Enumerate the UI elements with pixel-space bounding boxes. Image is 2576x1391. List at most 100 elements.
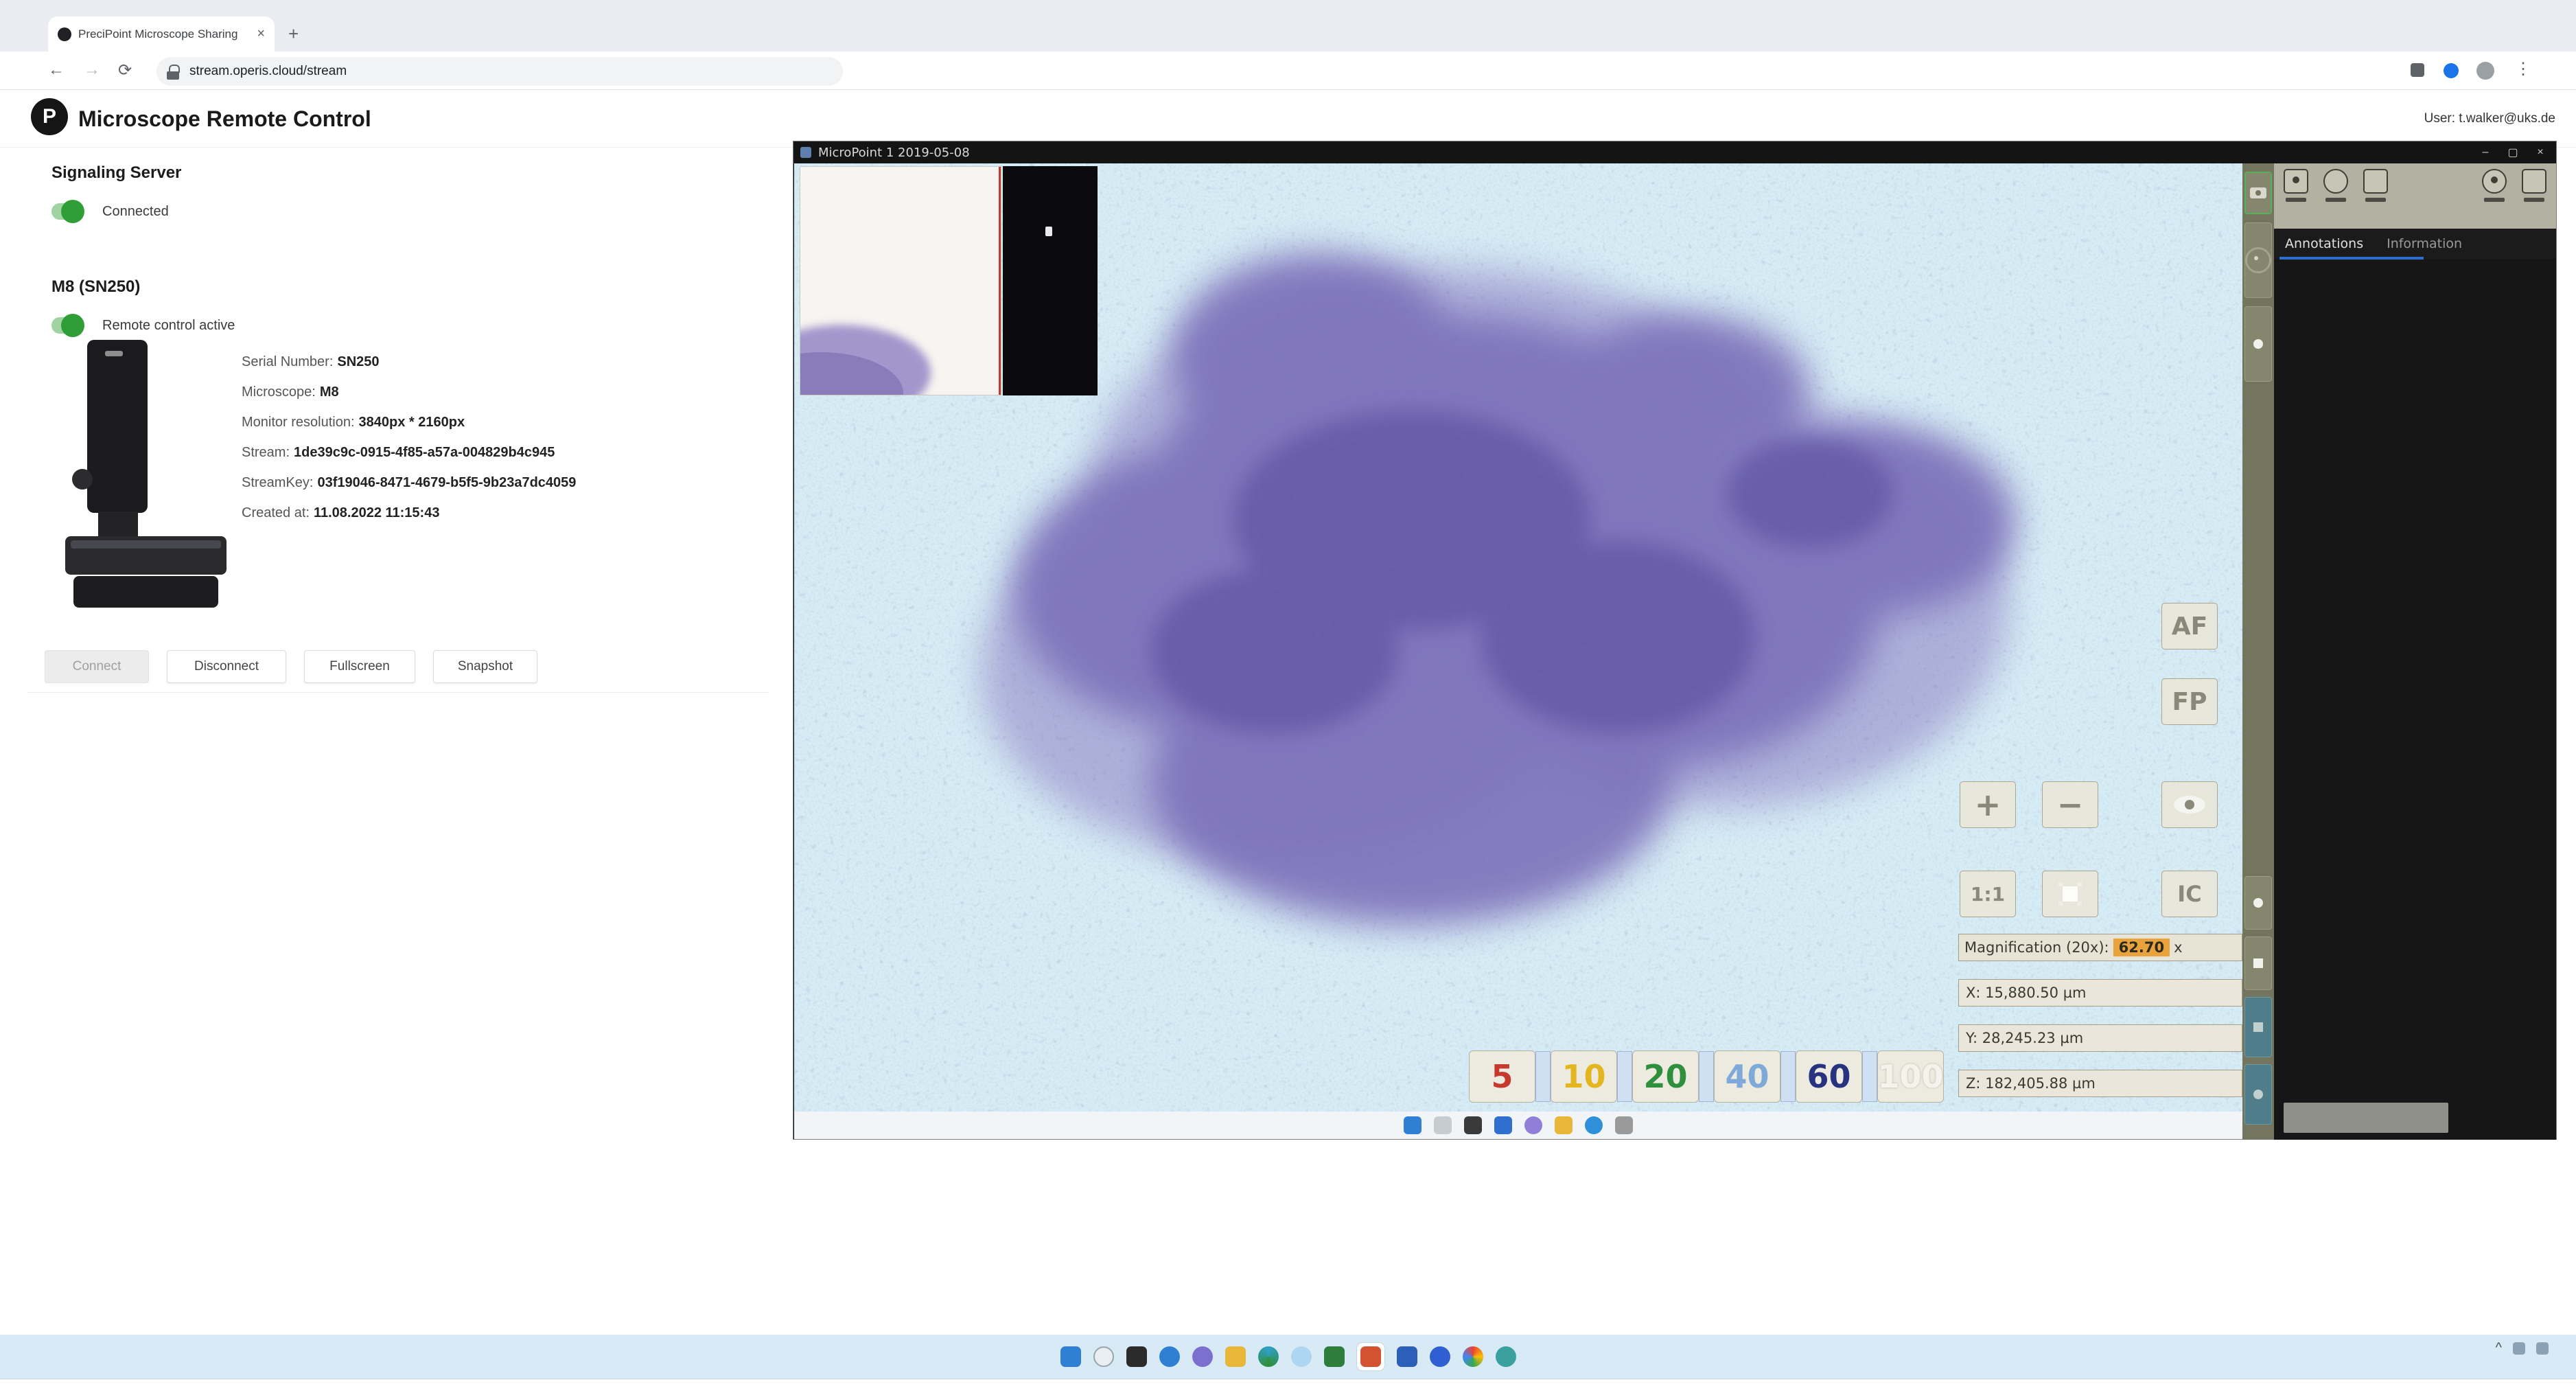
objective-5x-button[interactable]: 5 (1469, 1050, 1535, 1103)
powerpoint-icon (1360, 1346, 1381, 1367)
stage-position-marker (999, 167, 1001, 395)
copilot-icon[interactable] (1291, 1346, 1312, 1367)
connected-label: Connected (102, 204, 169, 220)
objective-20x-button[interactable]: 20 (1632, 1050, 1699, 1103)
kebab-menu-icon[interactable]: ⋮ (2515, 59, 2531, 79)
slide-overview-thumbnail[interactable] (800, 166, 1001, 395)
chrome-icon[interactable] (1463, 1346, 1483, 1367)
edge-icon[interactable] (1258, 1346, 1279, 1367)
magnification-row: Magnification (20x): 62.70 x (1958, 934, 2242, 961)
browser-tab-strip: PreciPoint Microscope Sharing × + (0, 0, 2576, 51)
extension-badge-icon[interactable] (2444, 63, 2459, 78)
panel-tool-marker[interactable] (2281, 169, 2311, 202)
tab-information[interactable]: Information (2387, 236, 2462, 251)
panel-tab-row: Annotations Information (2274, 229, 2556, 259)
remote-app-icon-dark[interactable] (1464, 1116, 1482, 1134)
tab-favicon (58, 27, 71, 41)
brightness-icon (2063, 886, 2078, 901)
remote-user-icon[interactable] (1615, 1116, 1633, 1134)
disconnect-button[interactable]: Disconnect (167, 650, 286, 683)
remote-taskview-icon[interactable] (1494, 1116, 1512, 1134)
tab-annotations[interactable]: Annotations (2285, 236, 2363, 251)
remote-maximize-icon[interactable]: ▢ (2504, 146, 2522, 159)
tool-label (2365, 198, 2386, 202)
remote-control-status-row: Remote control active (51, 317, 235, 334)
objective-10x-button[interactable]: 10 (1551, 1050, 1617, 1103)
app-logo: P (31, 98, 68, 135)
panel-tool-draw[interactable] (2360, 169, 2391, 202)
remote-explorer-icon[interactable] (1555, 1116, 1573, 1134)
panel-scrollbar[interactable] (2284, 1103, 2448, 1133)
objective-100x-button[interactable]: 100 (1877, 1050, 1944, 1103)
connected-toggle[interactable] (51, 203, 83, 220)
snapshot-button[interactable]: Snapshot (433, 650, 537, 683)
brightness-button[interactable] (2042, 871, 2098, 917)
excel-icon[interactable] (1324, 1346, 1345, 1367)
remote-control-toggle[interactable] (51, 317, 83, 334)
tray-chevron-icon[interactable]: ^ (2496, 1340, 2502, 1356)
objective-60x-button[interactable]: 60 (1796, 1050, 1862, 1103)
browser-tab[interactable]: PreciPoint Microscope Sharing × (48, 16, 275, 51)
tray-network-icon[interactable] (2513, 1342, 2525, 1355)
store-icon[interactable] (1496, 1346, 1516, 1367)
draw-icon (2363, 169, 2388, 194)
snapshot-tool-button[interactable] (2244, 172, 2272, 214)
user-email: User: t.walker@uks.de (2424, 111, 2555, 126)
microscope-heading: M8 (SN250) (51, 277, 140, 297)
remote-start-icon[interactable] (1404, 1116, 1422, 1134)
panel-tool-export[interactable] (2519, 169, 2549, 202)
detail-resolution: Monitor resolution:3840px * 2160px (242, 415, 576, 445)
new-tab-button[interactable]: + (288, 23, 299, 45)
url-bar[interactable]: stream.operis.cloud/stream (156, 57, 843, 86)
lock-icon (169, 65, 180, 73)
stream-tool-button[interactable] (2244, 997, 2272, 1057)
tab-close-icon[interactable]: × (257, 26, 265, 42)
file-explorer-icon[interactable] (1225, 1346, 1246, 1367)
autofocus-button[interactable]: AF (2161, 603, 2218, 649)
one-to-one-button[interactable]: 1:1 (1960, 871, 2016, 917)
record-tool-button[interactable] (2244, 876, 2272, 930)
share-tool-button[interactable] (2244, 1064, 2272, 1125)
stage-dial-button[interactable] (2244, 222, 2272, 298)
label-camera-thumbnail[interactable] (1003, 166, 1098, 395)
overview-eye-button[interactable] (2161, 781, 2218, 828)
terminal-icon[interactable] (1126, 1346, 1147, 1367)
panel-tool-import[interactable] (2479, 169, 2509, 202)
connect-button[interactable]: Connect (45, 650, 149, 683)
zoom-out-button[interactable]: − (2042, 781, 2098, 828)
extensions-icon[interactable] (2411, 63, 2424, 77)
objective-separator (1862, 1051, 1877, 1102)
profile-avatar[interactable] (2476, 62, 2494, 80)
remote-window-titlebar[interactable]: MicroPoint 1 2019-05-08 – ▢ × (793, 141, 2556, 163)
marker-icon (2284, 169, 2308, 194)
slide-viewer-canvas[interactable]: AF FP + − 1:1 IC Magnification (20x): 62… (794, 163, 2242, 1112)
pointer-dot-icon (2253, 339, 2263, 349)
objective-40x-button[interactable]: 40 (1714, 1050, 1780, 1103)
start-icon[interactable] (1060, 1346, 1081, 1367)
active-app-indicator[interactable] (1357, 1343, 1384, 1370)
ic-button[interactable]: IC (2161, 871, 2218, 917)
zoom-in-button[interactable]: + (1960, 781, 2016, 828)
back-icon[interactable]: ← (48, 60, 65, 80)
remote-close-icon[interactable]: × (2531, 146, 2549, 159)
forward-icon[interactable]: → (84, 60, 100, 80)
stop-tool-button[interactable] (2244, 936, 2272, 990)
remote-minimize-icon[interactable]: – (2476, 146, 2494, 159)
reload-icon[interactable]: ⟳ (118, 60, 132, 80)
panel-tool-circle[interactable] (2321, 169, 2351, 202)
outlook-icon[interactable] (1397, 1346, 1417, 1367)
fullscreen-button[interactable]: Fullscreen (304, 650, 415, 683)
search-icon[interactable] (1093, 1346, 1114, 1367)
widgets-icon[interactable] (1192, 1346, 1213, 1367)
remote-window-title: MicroPoint 1 2019-05-08 (818, 146, 970, 160)
tray-volume-icon[interactable] (2536, 1342, 2549, 1355)
teams-icon[interactable] (1430, 1346, 1450, 1367)
pointer-tool-button[interactable] (2244, 306, 2272, 382)
focus-plane-button[interactable]: FP (2161, 678, 2218, 725)
remote-edge-icon[interactable] (1585, 1116, 1603, 1134)
objective-selector: 5 10 20 40 60 100 (1469, 1050, 1944, 1103)
remote-loop-icon[interactable] (1524, 1116, 1542, 1134)
url-text: stream.operis.cloud/stream (189, 64, 347, 79)
taskview-icon[interactable] (1159, 1346, 1180, 1367)
remote-search-icon[interactable] (1434, 1116, 1452, 1134)
